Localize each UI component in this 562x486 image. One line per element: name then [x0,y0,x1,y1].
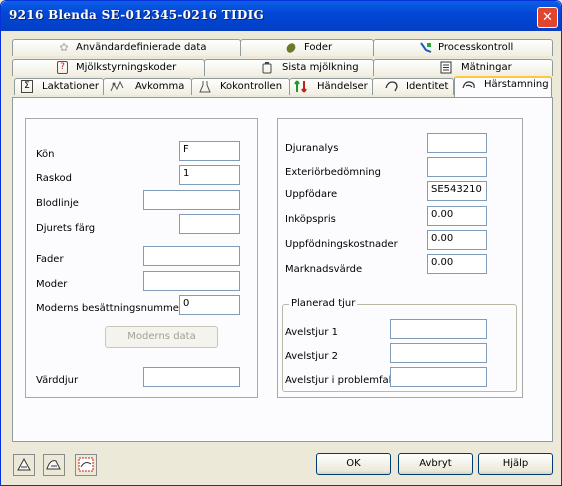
tab-identitet[interactable]: Identitet [372,78,454,95]
tab-harstamning[interactable]: Härstamning [454,76,552,97]
tab-label: Avkomma [135,81,185,92]
tab-handelser[interactable]: Händelser [289,78,373,95]
window-title: 9216 Blenda SE-012345-0216 TIDIG [9,8,265,22]
kon-field[interactable]: F [179,141,240,161]
marknadsvarde-field[interactable]: 0.00 [427,254,487,274]
tab-label: Härstamning [484,79,549,90]
tab-page-harstamning: Kön F Raskod 1 Blodlinje Djurets färg Fa… [12,97,553,442]
fader-field[interactable] [143,246,240,266]
blodlinje-label: Blodlinje [36,198,79,209]
flask-icon [199,80,211,93]
flower-icon: ✿ [59,41,69,54]
djuranalys-label: Djuranalys [285,143,339,154]
ok-button[interactable]: OK [316,453,391,475]
tab-label: Mjölkstyrningskoder [76,62,177,73]
uppfodningskostnader-label: Uppfödningskostnader [285,239,398,250]
close-button[interactable]: ✕ [537,7,558,28]
tab-kokontrollen[interactable]: Kokontrollen [191,78,290,95]
events-icon [294,80,307,93]
djuranalys-field[interactable] [427,133,487,153]
tab-label: Händelser [317,81,368,92]
navigate-forward-icon [46,460,61,470]
avelstjur-2-label: Avelstjur 2 [285,351,339,362]
pedigree-view-button[interactable] [75,454,97,476]
tab-processkontroll[interactable]: Processkontroll [373,39,553,56]
tab-label: Kokontrollen [220,81,283,92]
exteriorbedomning-field[interactable] [427,157,487,177]
djurets-farg-label: Djurets färg [36,223,96,234]
tab-laktationer[interactable]: Σ Laktationer [14,78,104,95]
question-icon: ? [57,61,68,74]
next-record-button[interactable] [43,454,65,476]
navigate-back-icon [17,457,31,471]
varddjur-field[interactable] [143,367,240,387]
tab-avkomma[interactable]: Avkomma [103,78,192,95]
sum-icon: Σ [21,80,33,93]
uppfodare-label: Uppfödare [285,189,338,200]
identity-icon [385,80,398,93]
tab-label: Foder [304,42,333,53]
moder-label: Moder [36,279,68,290]
left-panel: Kön F Raskod 1 Blodlinje Djurets färg Fa… [25,118,258,398]
moderns-besattningsnummer-label: Moderns besättningsnummer [36,303,184,314]
dialog-window: 9216 Blenda SE-012345-0216 TIDIG ✕ ✿ Anv… [0,0,562,486]
blodlinje-field[interactable] [143,190,240,210]
avelstjur-1-label: Avelstjur 1 [285,327,339,338]
tab-anvandardefinierade-data[interactable]: ✿ Användardefinierade data [12,39,241,56]
tab-matningar[interactable]: Mätningar [373,59,553,76]
tab-sista-mjolkning[interactable]: Sista mjölkning [204,59,374,76]
tab-label: Laktationer [42,81,99,92]
planerad-tjur-title: Planerad tjur [289,298,358,309]
exteriorbedomning-label: Exteriörbedömning [285,167,381,178]
right-panel: Djuranalys Exteriörbedömning Uppfödare S… [277,118,523,398]
raskod-field[interactable]: 1 [179,165,240,185]
moderns-besattningsnummer-field[interactable]: 0 [179,295,240,315]
tab-label: Mätningar [461,62,512,73]
tab-label: Sista mjölkning [282,62,359,73]
help-button[interactable]: Hjälp [478,453,553,475]
title-bar: 9216 Blenda SE-012345-0216 TIDIG ✕ [1,1,561,31]
avelstjur-1-field[interactable] [390,319,487,339]
varddjur-label: Värddjur [36,375,79,386]
feed-bag-icon [285,41,297,54]
first-record-button[interactable] [13,454,35,476]
planerad-tjur-group: Planerad tjur Avelstjur 1 Avelstjur 2 Av… [282,298,517,392]
cancel-button[interactable]: Avbryt [398,453,473,475]
pedigree-tree-icon [78,457,94,472]
list-icon [440,61,452,74]
moder-field[interactable] [143,271,240,291]
avelstjur-problemfall-field[interactable] [390,367,487,387]
pedigree-icon [462,79,475,92]
tab-label: Processkontroll [438,42,514,53]
tab-label: Användardefinierade data [76,42,207,53]
fader-label: Fader [36,254,64,265]
raskod-label: Raskod [36,173,72,184]
kon-label: Kön [36,149,55,160]
moderns-data-button[interactable]: Moderns data [105,326,218,348]
milk-can-icon [261,61,273,74]
avelstjur-problemfall-label: Avelstjur i problemfall [285,375,395,386]
offspring-icon [110,80,124,93]
inkopspris-label: Inköpspris [285,214,336,225]
tab-foder[interactable]: Foder [240,39,374,56]
djurets-farg-field[interactable] [179,214,240,234]
inkopspris-field[interactable]: 0.00 [427,206,487,226]
process-chart-icon [420,41,432,54]
uppfodningskostnader-field[interactable]: 0.00 [427,230,487,250]
tab-label: Identitet [406,81,449,92]
avelstjur-2-field[interactable] [390,343,487,363]
tab-mjolkstyrningskoder[interactable]: ? Mjölkstyrningskoder [12,59,205,76]
marknadsvarde-label: Marknadsvärde [285,264,363,275]
uppfodare-field[interactable]: SE543210 [427,181,487,201]
